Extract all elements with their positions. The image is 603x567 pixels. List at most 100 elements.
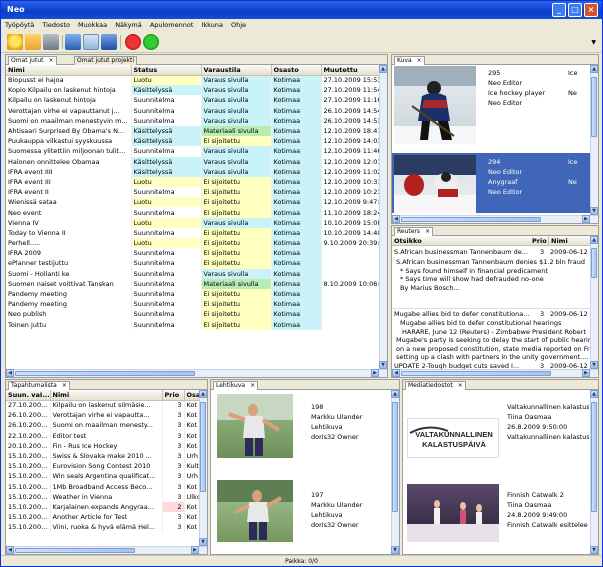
table-row[interactable]: Kopio Kilpailu on laskenut hintoja Käsitt… — [6, 85, 382, 96]
tab-kuva[interactable]: Kuva × — [394, 56, 425, 65]
table-row[interactable]: Suomi - Hollanti ke Suunnitelma Varaus siv… — [6, 268, 382, 279]
table-row[interactable]: IFRA event IIII Käsittelyssä Varaus sivull… — [6, 166, 382, 177]
menu-ohje[interactable]: Ohje — [231, 21, 246, 29]
refresh-icon[interactable] — [143, 34, 159, 50]
close-tab-icon[interactable]: × — [62, 382, 67, 389]
col-status[interactable]: Status — [131, 65, 202, 76]
tab-lehtikuva[interactable]: Lehtikuva × — [213, 381, 259, 390]
col-prio[interactable]: Prio — [162, 390, 185, 401]
fishing-day-logo[interactable]: VALTAKUNNALLINEN KALASTUSPÄIVÄ — [407, 418, 499, 458]
reuters-row[interactable]: Mugabe allies bid to defer constitutiona… — [392, 308, 592, 318]
media-vscroll[interactable]: ▲ ▼ — [590, 390, 598, 554]
col-nimi[interactable]: Nimi — [6, 65, 132, 76]
close-tab-icon[interactable]: × — [425, 228, 430, 235]
star-icon[interactable] — [7, 34, 23, 50]
col-otsikko[interactable]: Otsikko — [394, 236, 422, 246]
table-row[interactable]: 15.10.200... 1Mb Broadband Access Beco...… — [6, 481, 202, 492]
table-row[interactable]: Toinen juttu Suunnitelma Ei sijoitettu Koti… — [6, 319, 382, 330]
users-icon[interactable] — [65, 34, 81, 50]
kuva-vscroll[interactable]: ▲ ▼ — [590, 65, 598, 215]
table-row[interactable]: IFRA event II Suunnitelma Ei sijoitettu Kot… — [6, 187, 382, 198]
col-nimi[interactable]: Nimi — [50, 390, 163, 401]
hockey-game-image[interactable] — [394, 155, 476, 213]
col-muutettu[interactable]: Muutettu — [321, 65, 382, 76]
table-row[interactable]: Vienna IV Luotu Varaus sivulla Kotimaa 10.10… — [6, 217, 382, 228]
save-icon[interactable] — [101, 34, 117, 50]
close-tab-icon[interactable]: × — [417, 57, 422, 64]
table-row[interactable]: 20.10.200... Fin - Rus Ice Hockey 3 Kot — [6, 440, 202, 451]
close-tab-icon[interactable]: × — [250, 382, 255, 389]
menu-ikkuna[interactable]: Ikkuna — [201, 21, 222, 29]
reuters-hscroll[interactable]: ◀ ▶ — [392, 369, 598, 377]
table-row[interactable]: Pandemy meeting Suunnitelma Ei sijoitettu K… — [6, 299, 382, 310]
table-row[interactable]: Today to Vienna II Suunnitelma Ei sijoitet… — [6, 227, 382, 238]
trash-icon[interactable] — [43, 34, 59, 50]
table-row[interactable]: Verottajan virhe ei vapauttanut j... Suun… — [6, 105, 382, 116]
table-row[interactable]: 22.10.200... Editor test 3 Kot — [6, 430, 202, 441]
table-row[interactable]: 15.10.200... Another Article for Test 3 Kot — [6, 512, 202, 523]
minimize-button[interactable]: _ — [552, 3, 566, 17]
table-row[interactable]: 27.10.200... Kilpailu on laskenut silmäsi… — [6, 400, 202, 411]
menu-tiedosto[interactable]: Tiedosto — [42, 21, 70, 29]
col-nimi[interactable]: Nimi — [548, 236, 568, 246]
table-row[interactable]: Kilpailu on laskenut hintoja Suunnitelma V… — [6, 95, 382, 106]
stop-icon[interactable] — [125, 34, 141, 50]
discus-thrower-image-2[interactable] — [217, 480, 293, 542]
table-row[interactable]: IFRA event III Luotu Ei sijoitettu Kotimaa 1… — [6, 176, 382, 188]
table-row[interactable]: Wienissä sataa Luotu Ei sijoitettu Kotimaa 1… — [6, 197, 382, 208]
menu-tyopoyta[interactable]: Työpöytä — [5, 21, 34, 29]
table-row[interactable]: 26.10.200... Suomi on maailman menesty...… — [6, 420, 202, 431]
tab-tapahtumalista[interactable]: Tapahtumalista × — [8, 381, 70, 390]
close-button[interactable]: × — [584, 3, 598, 17]
tab-omat-jutut-projekti[interactable]: Omat jutut projekti — [74, 56, 138, 65]
discus-thrower-image[interactable] — [217, 394, 293, 458]
table-row[interactable]: Neo publish Suunnitelma Ei sijoitettu Kotim… — [6, 309, 382, 320]
folder-icon[interactable] — [25, 34, 41, 50]
lehtikuva-vscroll[interactable]: ▲ ▼ — [391, 390, 399, 554]
col-varaustila[interactable]: Varaustila — [201, 65, 272, 76]
grid-icon[interactable] — [83, 34, 99, 50]
col-osasto[interactable]: Osasto — [271, 65, 322, 76]
table-row[interactable]: Puukauppa vilkastui syyskuussa Käsittelys… — [6, 136, 382, 147]
table-row[interactable]: 15.10.200... Win seals Argentina qualific… — [6, 471, 202, 482]
table-row[interactable]: Suomi on maailman menestyvin m... Suunnit… — [6, 115, 382, 126]
kuva-hscroll[interactable]: ◀ ▶ — [392, 215, 598, 223]
table-row[interactable]: IFRA 2009 Suunnitelma Ei sijoitettu Kotimaa — [6, 248, 382, 259]
table-row[interactable]: 26.10.200... Verottajan virhe ei vapautta… — [6, 410, 202, 421]
table-row[interactable]: Suomessa ylitettiin miljoonan tulit... Su… — [6, 146, 382, 157]
reuters-row[interactable]: S.African businessman Tannenbaum de... 3… — [392, 247, 592, 257]
table-row[interactable]: 15.10.200... Karjalainen expands Angyraa.… — [6, 501, 202, 513]
close-tab-icon[interactable]: × — [458, 382, 463, 389]
table-row[interactable]: ePlanner testijuttu Suunnitelma Ei sijoite… — [6, 258, 382, 269]
events-hscroll[interactable]: ◀ ▶ — [6, 546, 207, 554]
catwalk-image[interactable] — [407, 484, 499, 542]
hockey-player-image[interactable] — [394, 66, 476, 144]
table-row[interactable]: Suomen naiset voittivat Tanskan Suunnitel… — [6, 278, 382, 289]
col-prio[interactable]: Prio — [532, 236, 547, 246]
table-row[interactable]: Ahtisaari Surprised By Obama's N... Käsit… — [6, 125, 382, 137]
reuters-vscroll[interactable]: ▲ ▼ — [590, 236, 598, 369]
table-row[interactable]: Pandemy meeting Suunnitelma Ei sijoitettu K… — [6, 288, 382, 300]
tab-mediatiedostot[interactable]: Mediatiedostot × — [405, 381, 466, 390]
menu-muokkaa[interactable]: Muokkaa — [78, 21, 107, 29]
toolbar-dropdown-icon[interactable]: ▼ — [591, 39, 596, 46]
stories-hscroll[interactable]: ◀ ▶ — [6, 369, 387, 377]
table-row[interactable]: 15.10.200... Swiss & Slovaka make 2010 ..… — [6, 450, 202, 462]
title-bar[interactable]: Neo _ □ × — [1, 1, 602, 19]
menu-apulomennot[interactable]: Apulomennot — [150, 21, 194, 29]
table-row[interactable]: 15.10.200... Eurovision Song Contest 2010… — [6, 461, 202, 472]
menu-nakyma[interactable]: Näkymä — [115, 21, 142, 29]
maximize-button[interactable]: □ — [568, 3, 582, 17]
table-row[interactable]: 15.10.200... Viini, ruoka & hyvä elämä He… — [6, 522, 202, 533]
tab-reuters[interactable]: Reuters × — [394, 227, 434, 236]
stories-vscroll[interactable]: ▲ ▼ — [379, 65, 387, 369]
tab-omat-jutut[interactable]: Omat jutut × — [8, 56, 57, 65]
table-row[interactable]: 15.10.200... Weather in Vienna 3 Ulkc — [6, 491, 202, 502]
close-tab-icon[interactable]: × — [48, 57, 53, 64]
events-vscroll[interactable]: ▲ ▼ — [199, 390, 207, 546]
col-suun-vai[interactable]: Suun. vaI... — [6, 390, 51, 401]
table-row[interactable]: Biopusst ei hajoa Luotu Varaus sivulla Koti… — [6, 75, 382, 86]
table-row[interactable]: Perhell..... Luotu Ei sijoitettu Kotimaa 9.1… — [6, 238, 382, 249]
table-row[interactable]: Neo event Suunnitelma Ei sijoitettu Kotimaa… — [6, 207, 382, 218]
table-row[interactable]: Halonen onnittelee Obamaa Käsittelyssä Var… — [6, 156, 382, 167]
